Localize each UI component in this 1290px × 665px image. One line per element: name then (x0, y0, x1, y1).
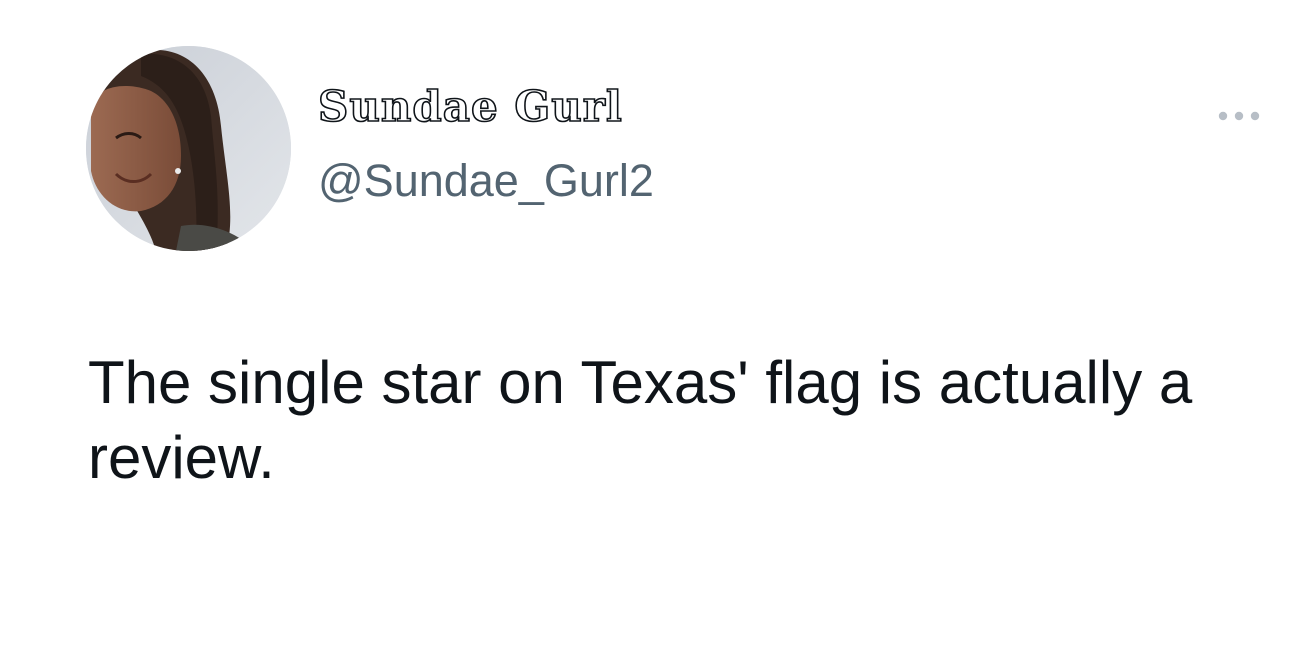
tweet-card: Sundae Gurl @Sundae_Gurl2 The single sta… (0, 0, 1290, 665)
tweet-text: The single star on Texas' flag is actual… (88, 349, 1193, 491)
user-handle[interactable]: @Sundae_Gurl2 (318, 158, 654, 203)
profile-photo-icon (86, 46, 291, 251)
more-horizontal-icon (1218, 111, 1260, 121)
display-name[interactable]: Sundae Gurl (317, 85, 623, 129)
more-options-button[interactable] (1216, 104, 1262, 128)
avatar[interactable] (86, 46, 291, 251)
